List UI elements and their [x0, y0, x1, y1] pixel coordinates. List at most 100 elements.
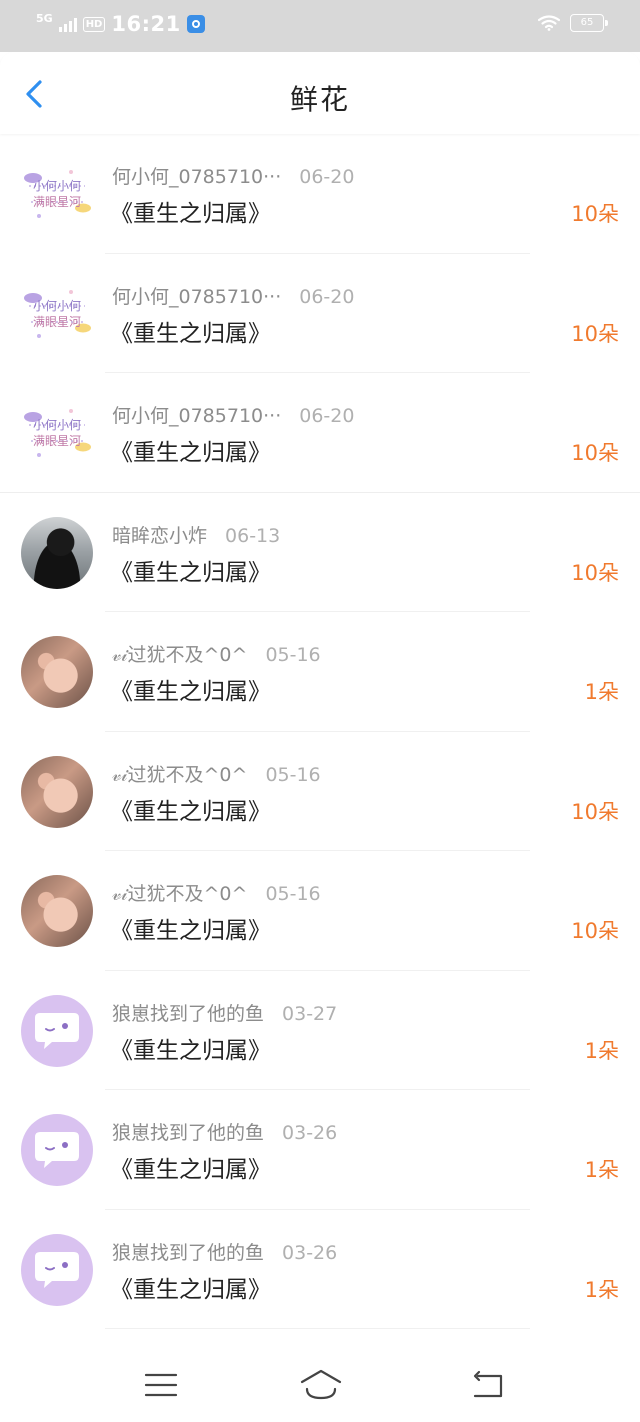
- gift-row[interactable]: 小何小何 满眼星河 何小何_0785710··· 06-20 《重生之归属》 1…: [0, 373, 640, 493]
- gift-meta: 𝓋𝒾过犹不及^0^ 05-16: [112, 640, 321, 667]
- gift-date: 03-26: [282, 1241, 338, 1264]
- book-title: 《重生之归属》: [110, 201, 271, 227]
- user-avatar[interactable]: [21, 875, 93, 947]
- user-avatar[interactable]: [21, 636, 93, 708]
- username[interactable]: 𝓋𝒾过犹不及^0^: [112, 640, 247, 667]
- menu-button[interactable]: [141, 1365, 181, 1405]
- battery-icon: 65: [570, 14, 608, 32]
- book-title: 《重生之归属》: [110, 440, 271, 466]
- flower-count: 1朵: [584, 1038, 619, 1063]
- flower-count: 10朵: [571, 202, 619, 226]
- gift-date: 05-16: [265, 883, 321, 905]
- flower-count: 1朵: [584, 1277, 619, 1302]
- return-button[interactable]: [468, 1365, 508, 1405]
- svg-text:满眼星河: 满眼星河: [33, 434, 81, 448]
- book-title: 《重生之归属》: [110, 1157, 271, 1183]
- user-avatar[interactable]: [21, 755, 93, 828]
- gift-date: 05-16: [265, 644, 321, 666]
- gift-meta: 何小何_0785710··· 06-20: [112, 162, 354, 189]
- gift-date: 03-26: [282, 1122, 338, 1144]
- book-title: 《重生之归属》: [110, 1276, 271, 1303]
- user-avatar[interactable]: 小何小何 满眼星河: [21, 397, 93, 469]
- status-bar: 5G HD 16:21 65: [0, 0, 640, 52]
- sticker-avatar-art: 小何小何 满眼星河: [24, 289, 91, 338]
- flower-count: 1朵: [584, 680, 619, 704]
- gift-row[interactable]: 𝓋𝒾过犹不及^0^ 05-16 《重生之归属》 10朵: [0, 732, 640, 851]
- flower-count: 10朵: [571, 321, 619, 346]
- username[interactable]: 𝓋𝒾过犹不及^0^: [112, 760, 247, 787]
- menu-icon: [144, 1373, 178, 1397]
- gift-row[interactable]: 狼崽找到了他的鱼 03-27 《重生之归属》 1朵: [0, 971, 640, 1090]
- gift-list: 小何小何 满眼星河 何小何_0785710··· 06-20 《重生之归属》 1…: [0, 134, 640, 1329]
- gift-meta: 暗眸恋小炸 06-13: [112, 521, 280, 548]
- status-right: 65: [538, 14, 608, 32]
- chat-bubble-avatar-icon: [35, 1132, 79, 1168]
- gift-date: 05-16: [265, 763, 321, 786]
- home-button[interactable]: [298, 1365, 344, 1405]
- book-title: 《重生之归属》: [110, 320, 271, 347]
- gift-row[interactable]: 狼崽找到了他的鱼 03-26 《重生之归属》 1朵: [0, 1210, 640, 1329]
- username[interactable]: 何小何_0785710···: [112, 401, 281, 428]
- username[interactable]: 狼崽找到了他的鱼: [112, 999, 264, 1026]
- nav-bar: 鲜花: [0, 52, 640, 134]
- wifi-icon: [538, 15, 560, 31]
- flower-count: 10朵: [571, 560, 619, 585]
- book-title: 《重生之归属》: [110, 798, 271, 825]
- gift-date: 06-13: [225, 524, 281, 547]
- gift-row[interactable]: 暗眸恋小炸 06-13 《重生之归属》 10朵: [0, 493, 640, 612]
- gift-date: 03-27: [282, 1002, 338, 1025]
- username[interactable]: 狼崽找到了他的鱼: [112, 1238, 264, 1265]
- notification-app-icon: [186, 15, 205, 33]
- sticker-avatar-art: 小何小何 满眼星河: [24, 409, 91, 457]
- user-avatar[interactable]: 小何小何 满眼星河: [21, 158, 93, 230]
- page-title: 鲜花: [289, 83, 350, 116]
- gift-meta: 何小何_0785710··· 06-20: [112, 282, 354, 309]
- home-icon: [300, 1369, 342, 1400]
- username[interactable]: 何小何_0785710···: [112, 162, 281, 189]
- gift-meta: 𝓋𝒾过犹不及^0^ 05-16: [112, 760, 321, 787]
- username[interactable]: 狼崽找到了他的鱼: [112, 1118, 264, 1145]
- hd-badge: HD: [82, 16, 106, 32]
- username[interactable]: 𝓋𝒾过犹不及^0^: [112, 879, 247, 906]
- chat-bubble-avatar-icon: [35, 1012, 79, 1049]
- book-title: 《重生之归属》: [110, 1037, 271, 1064]
- gift-row[interactable]: 狼崽找到了他的鱼 03-26 《重生之归属》 1朵: [0, 1090, 640, 1210]
- gift-row[interactable]: 𝓋𝒾过犹不及^0^ 05-16 《重生之归属》 1朵: [0, 612, 640, 732]
- gift-row[interactable]: 𝓋𝒾过犹不及^0^ 05-16 《重生之归属》 10朵: [0, 851, 640, 971]
- gift-row[interactable]: 小何小何 满眼星河 何小何_0785710··· 06-20 《重生之归属》 1…: [0, 254, 640, 373]
- user-avatar[interactable]: [21, 994, 93, 1067]
- network-type: 5G: [36, 11, 53, 25]
- gift-meta: 狼崽找到了他的鱼 03-26: [112, 1238, 337, 1265]
- user-avatar[interactable]: [21, 1114, 93, 1186]
- book-title: 《重生之归属》: [110, 559, 271, 586]
- gift-meta: 狼崽找到了他的鱼 03-26: [112, 1118, 337, 1145]
- svg-text:满眼星河: 满眼星河: [33, 195, 81, 209]
- chat-bubble-avatar-icon: [35, 1251, 79, 1288]
- flower-count: 10朵: [571, 799, 619, 824]
- gift-date: 06-20: [299, 405, 355, 427]
- svg-text:小何小何: 小何小何: [33, 418, 81, 432]
- gift-meta: 何小何_0785710··· 06-20: [112, 401, 354, 428]
- user-avatar[interactable]: [21, 1233, 93, 1306]
- book-title: 《重生之归属》: [110, 679, 271, 705]
- username[interactable]: 暗眸恋小炸: [112, 521, 207, 548]
- flower-count: 10朵: [571, 441, 619, 465]
- gift-meta: 狼崽找到了他的鱼 03-27: [112, 999, 337, 1026]
- status-time: 16:21: [111, 12, 181, 36]
- user-avatar[interactable]: [21, 516, 93, 589]
- gift-row[interactable]: 小何小何 满眼星河 何小何_0785710··· 06-20 《重生之归属》 1…: [0, 134, 640, 254]
- flower-count: 10朵: [571, 919, 619, 943]
- signal-icon: [58, 16, 77, 32]
- row-divider: [105, 1328, 530, 1329]
- svg-text:满眼星河: 满眼星河: [33, 315, 81, 329]
- book-title: 《重生之归属》: [110, 918, 271, 944]
- gift-meta: 𝓋𝒾过犹不及^0^ 05-16: [112, 879, 321, 906]
- username[interactable]: 何小何_0785710···: [112, 282, 281, 309]
- return-icon: [473, 1370, 503, 1398]
- flower-count: 1朵: [584, 1158, 619, 1182]
- gift-date: 06-20: [299, 166, 355, 188]
- svg-text:小何小何: 小何小何: [33, 299, 81, 313]
- gift-date: 06-20: [299, 285, 355, 308]
- system-nav-bar: [0, 1345, 640, 1422]
- user-avatar[interactable]: 小何小何 满眼星河: [21, 277, 93, 350]
